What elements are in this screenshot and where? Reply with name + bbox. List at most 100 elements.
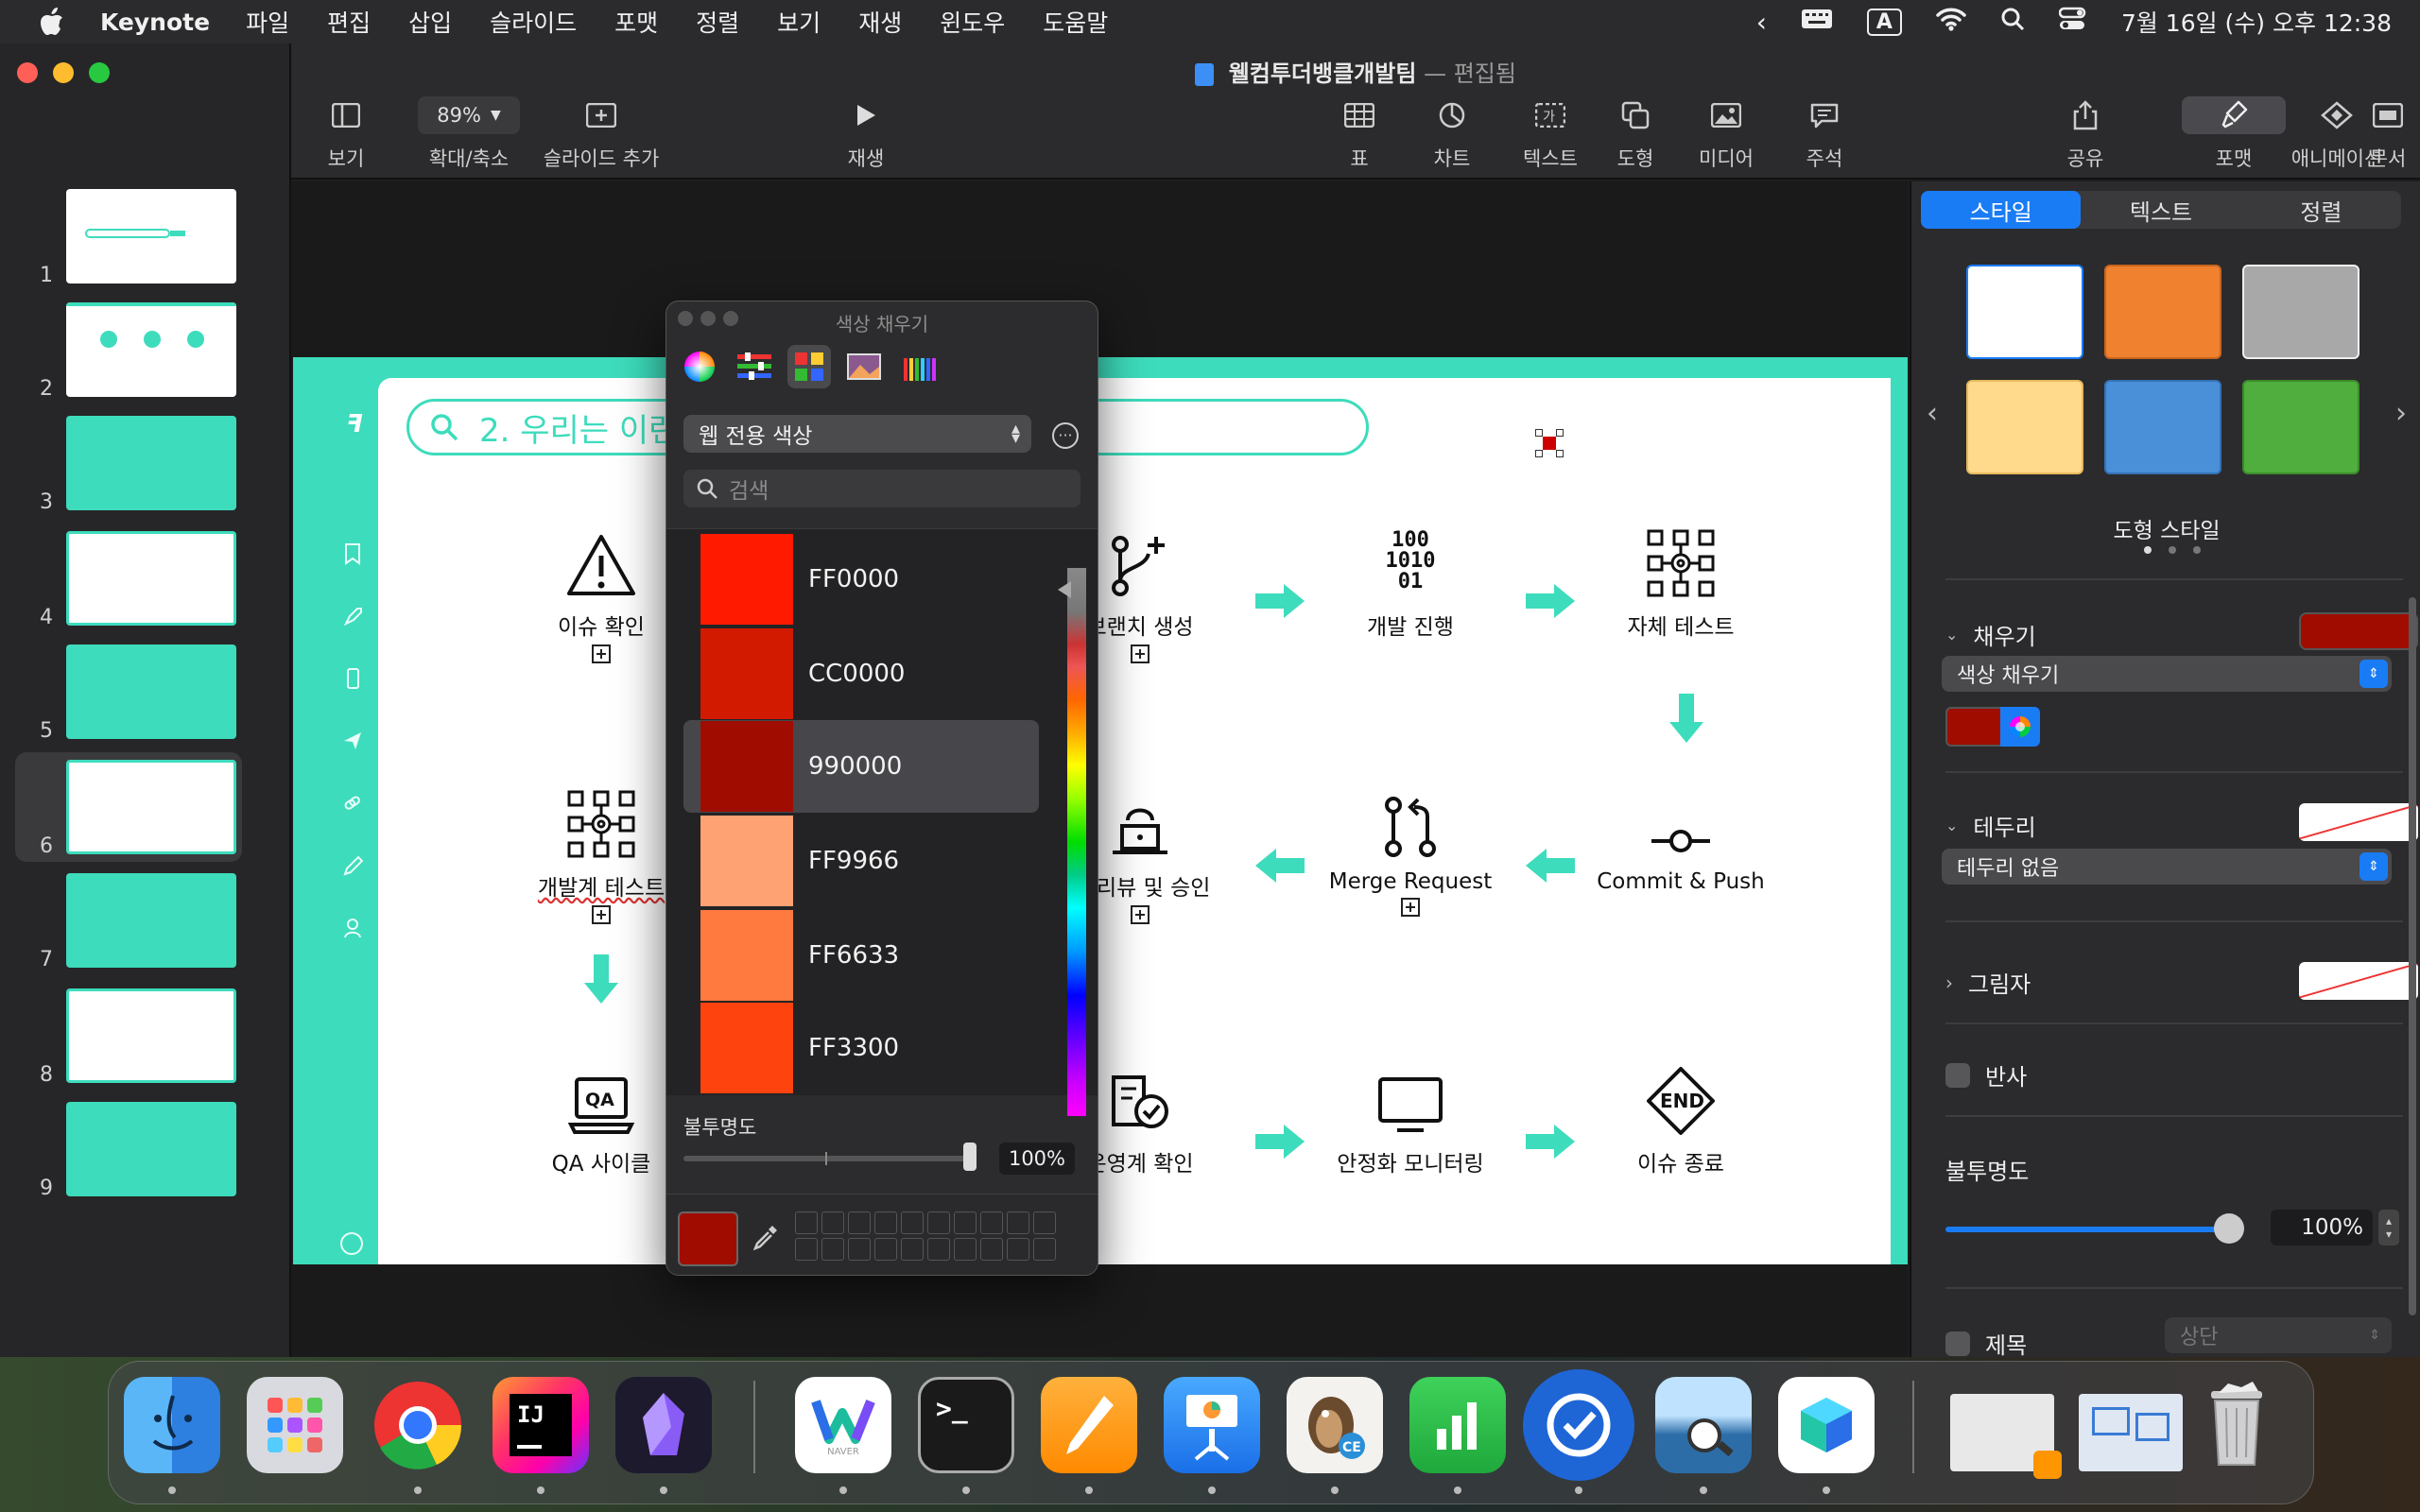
slide-thumb-1[interactable]: 1 [0,181,291,291]
palette-scroll-spectrum[interactable] [1067,568,1086,1116]
picker-opacity-value[interactable]: 100% [999,1143,1075,1175]
chevron-left-icon[interactable]: ‹ [1756,7,1767,38]
style-swatch-light-orange[interactable] [1966,380,2083,474]
expand-icon[interactable] [1401,898,1420,917]
current-color-well[interactable] [678,1211,738,1266]
fill-section-header[interactable]: ⌄ 채우기 [1945,618,2036,651]
apple-menu-icon[interactable] [36,8,68,36]
naver-works-app-icon[interactable] [1778,1377,1875,1473]
step-stability[interactable]: 안정화 모니터링 [1306,1060,1514,1177]
image-palettes-tab[interactable] [842,345,886,388]
expand-icon[interactable] [592,644,611,663]
eyedropper-icon[interactable] [752,1223,780,1255]
intellij-app-icon[interactable]: IJ [493,1377,589,1473]
share-button[interactable]: 공유 [2049,96,2121,172]
opacity-slider-knob[interactable] [2214,1213,2244,1244]
style-swatch-orange[interactable] [2104,265,2221,359]
document-button[interactable]: 문서 [2360,96,2416,172]
menu-view[interactable]: 보기 [777,5,821,39]
swatch-item[interactable]: CC0000 [683,627,1039,720]
style-swatch-gray[interactable] [2242,265,2360,359]
title-row[interactable]: 제목 [1945,1327,2027,1360]
slide-thumb-8[interactable]: 8 [0,981,291,1091]
zoom-window-button[interactable] [89,62,110,83]
media-button[interactable]: 미디어 [1690,96,1762,172]
menu-help[interactable]: 도움말 [1043,5,1108,39]
palette-dropdown[interactable]: 웹 전용 색상 ▴ ▾ [683,415,1031,453]
step-dev-progress[interactable]: 100 1010 01 개발 진행 [1306,524,1514,641]
title-position-select[interactable]: 상단 ⇕ [2165,1317,2392,1353]
chevron-left-icon[interactable]: ‹ [1927,397,1938,430]
zoom-control[interactable]: 89% ▼ 확대/축소 [403,96,535,172]
slide[interactable]: ꟻ 2. 우리는 이런 이슈 확인 브랜치 생성 100 1010 01 개발 … [293,357,1908,1264]
color-wheel-button[interactable] [2000,707,2040,747]
comment-button[interactable]: 주석 [1789,96,1860,172]
border-color-none-well[interactable] [2299,803,2418,841]
step-issue-end[interactable]: END 이슈 종료 [1577,1060,1785,1177]
spectrum-position-marker[interactable] [1058,581,1071,598]
tab-text[interactable]: 텍스트 [2081,191,2240,229]
app-menu[interactable]: Keynote [100,9,210,36]
add-slide-button[interactable]: 슬라이드 추가 [518,96,684,172]
shape-button[interactable]: 도형 [1599,96,1671,172]
menu-insert[interactable]: 삽입 [408,5,452,39]
palette-search-field[interactable]: 검색 [683,470,1080,507]
table-button[interactable]: 표 [1323,96,1395,172]
title-checkbox[interactable] [1945,1331,1970,1356]
expand-icon[interactable] [1131,644,1150,663]
chrome-app-icon[interactable] [370,1377,466,1473]
border-section-header[interactable]: ⌄ 테두리 [1945,809,2036,842]
step-self-test[interactable]: 자체 테스트 [1577,524,1785,641]
text-button[interactable]: 가 텍스트 [1503,96,1598,172]
slide-thumb-9[interactable]: 9 [0,1094,291,1204]
wifi-icon[interactable] [1936,7,1966,37]
fill-type-select[interactable]: 색상 채우기 ⇕ [1942,656,2392,692]
obsidian-app-icon[interactable] [615,1377,712,1473]
pages-app-icon[interactable] [1041,1377,1137,1473]
chart-button[interactable]: 차트 [1416,96,1488,172]
menu-play[interactable]: 재생 [858,5,902,39]
control-center-icon[interactable] [2058,7,2087,37]
slide-thumb-5[interactable]: 5 [0,637,291,747]
reflection-row[interactable]: 반사 [1945,1058,2027,1091]
opacity-stepper[interactable]: ▴ ▾ [2378,1210,2399,1246]
opacity-slider[interactable] [1945,1227,2227,1232]
reflection-checkbox[interactable] [1945,1062,1970,1088]
play-button[interactable]: 재생 [830,96,902,172]
inspector-scrollbar[interactable] [2409,597,2416,1315]
slide-thumb-4[interactable]: 4 [0,524,291,633]
zoom-dropdown[interactable]: 89% ▼ [418,96,520,134]
step-merge-request[interactable]: Merge Request [1306,784,1514,917]
format-button[interactable]: 포맷 [2182,96,2286,172]
input-source-indicator[interactable]: A [1866,8,1902,36]
chevron-right-icon[interactable]: › [2395,397,2407,430]
dbeaver-app-icon[interactable]: CE [1287,1377,1383,1473]
style-swatch-blue[interactable] [2104,380,2221,474]
slide-thumb-2[interactable]: 2 [0,295,291,404]
style-swatch-green[interactable] [2242,380,2360,474]
swatch-item[interactable]: FF0000 [683,533,1039,626]
screenshot-thumbnail[interactable] [2079,1394,2183,1471]
tab-style[interactable]: 스타일 [1921,191,2082,229]
launchpad-app-icon[interactable] [247,1377,343,1473]
swatch-item[interactable]: FF6633 [683,909,1039,1002]
numbers-app-icon[interactable] [1409,1377,1506,1473]
document-thumbnail[interactable] [1950,1394,2062,1479]
slide-thumb-6[interactable]: 6 [15,752,242,862]
swatch-item-selected[interactable]: 990000 [683,720,1039,813]
terminal-app-icon[interactable]: >_ [918,1377,1014,1473]
step-commit-push[interactable]: Commit & Push [1577,784,1785,894]
menu-arrange[interactable]: 정렬 [696,5,739,39]
color-sliders-tab[interactable] [733,345,776,388]
menu-slide[interactable]: 슬라이드 [490,5,577,39]
view-button[interactable]: 보기 [291,96,401,172]
swatch-list[interactable]: FF0000 CC0000 990000 FF9966 FF6633 FF330… [666,528,1098,1095]
minimize-window-button[interactable] [53,62,74,83]
menu-file[interactable]: 파일 [246,5,289,39]
sync-app-icon[interactable] [1523,1369,1634,1481]
slide-canvas[interactable]: ꟻ 2. 우리는 이런 이슈 확인 브랜치 생성 100 1010 01 개발 … [291,181,1908,1357]
slide-thumb-7[interactable]: 7 [0,866,291,975]
preview-app-icon[interactable] [1655,1377,1752,1473]
whale-app-icon[interactable]: NAVER [795,1377,891,1473]
style-swatch-white[interactable] [1966,265,2083,359]
